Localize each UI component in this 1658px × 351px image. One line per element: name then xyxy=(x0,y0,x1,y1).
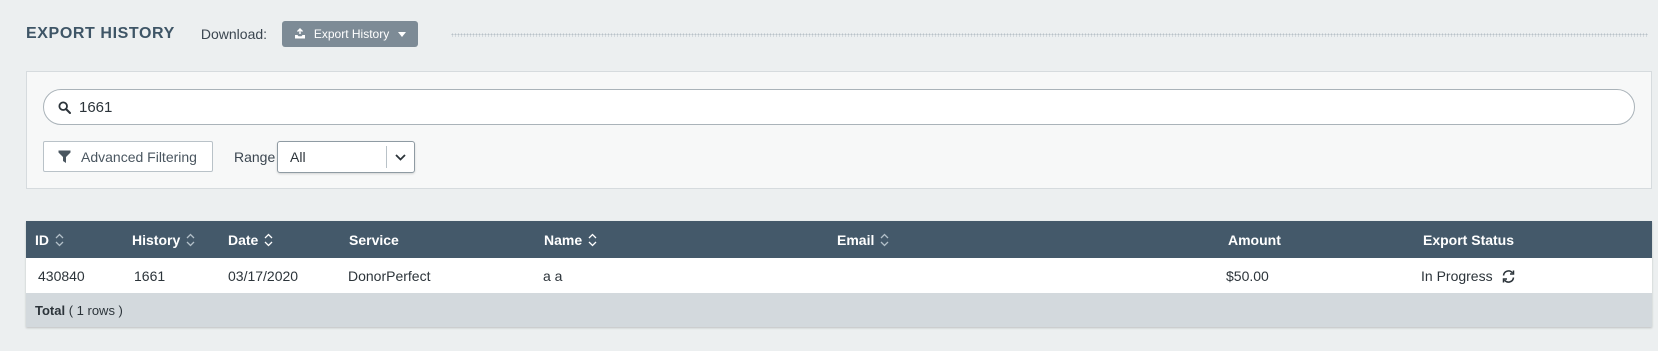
export-status-text: In Progress xyxy=(1421,268,1493,284)
page-header: EXPORT HISTORY Download: Export History xyxy=(26,20,1658,48)
cell-service: DonorPerfect xyxy=(348,268,431,284)
sort-icon[interactable] xyxy=(588,233,597,247)
range-label: Range xyxy=(234,149,276,165)
total-count: Total ( 1 rows ) xyxy=(35,303,123,318)
sort-icon[interactable] xyxy=(264,233,273,247)
page-title: EXPORT HISTORY xyxy=(26,25,175,42)
range-value: All xyxy=(290,149,306,165)
cell-export-status: In Progress xyxy=(1421,268,1516,284)
chevron-down-icon xyxy=(386,146,414,168)
cell-history: 1661 xyxy=(134,268,166,284)
column-header-name[interactable]: Name xyxy=(544,232,597,248)
table-row[interactable]: 430840 1661 03/17/2020 DonorPerfect a a … xyxy=(26,258,1652,293)
column-header-amount: Amount xyxy=(1228,232,1281,248)
advanced-filtering-button[interactable]: Advanced Filtering xyxy=(43,141,213,172)
range-select[interactable]: All xyxy=(277,141,415,173)
table-footer: Total ( 1 rows ) xyxy=(26,293,1652,327)
cell-date: 03/17/2020 xyxy=(228,268,299,284)
advanced-filtering-label: Advanced Filtering xyxy=(81,148,197,165)
sort-icon[interactable] xyxy=(880,233,889,247)
column-header-export-status: Export Status xyxy=(1423,232,1515,248)
column-header-date[interactable]: Date xyxy=(228,232,273,248)
refresh-icon[interactable] xyxy=(1501,269,1516,284)
caret-down-icon xyxy=(398,31,407,37)
dotted-divider xyxy=(451,32,1648,37)
column-header-email[interactable]: Email xyxy=(837,232,889,248)
total-label: Total xyxy=(35,303,66,318)
sort-icon[interactable] xyxy=(55,233,64,247)
search-input[interactable] xyxy=(79,98,1579,116)
filter-panel: Advanced Filtering Range All xyxy=(26,71,1652,189)
column-header-history[interactable]: History xyxy=(132,232,195,248)
export-history-table: ID History Date Service Name Email Amoun… xyxy=(26,221,1652,327)
column-header-id[interactable]: ID xyxy=(35,232,64,248)
sort-icon[interactable] xyxy=(186,233,195,247)
total-rows-text: ( 1 rows ) xyxy=(68,303,123,318)
search-box[interactable] xyxy=(43,89,1635,125)
search-icon xyxy=(58,100,71,114)
export-history-label: Export History xyxy=(313,27,390,41)
cell-id: 430840 xyxy=(38,268,85,284)
export-history-button[interactable]: Export History xyxy=(282,21,419,47)
cell-name: a a xyxy=(543,268,563,284)
column-header-service: Service xyxy=(349,232,399,248)
export-tray-icon xyxy=(294,28,306,40)
download-label: Download: xyxy=(200,26,268,42)
cell-amount: $50.00 xyxy=(1226,268,1269,284)
funnel-icon xyxy=(58,150,71,164)
table-header: ID History Date Service Name Email Amoun… xyxy=(26,221,1652,258)
